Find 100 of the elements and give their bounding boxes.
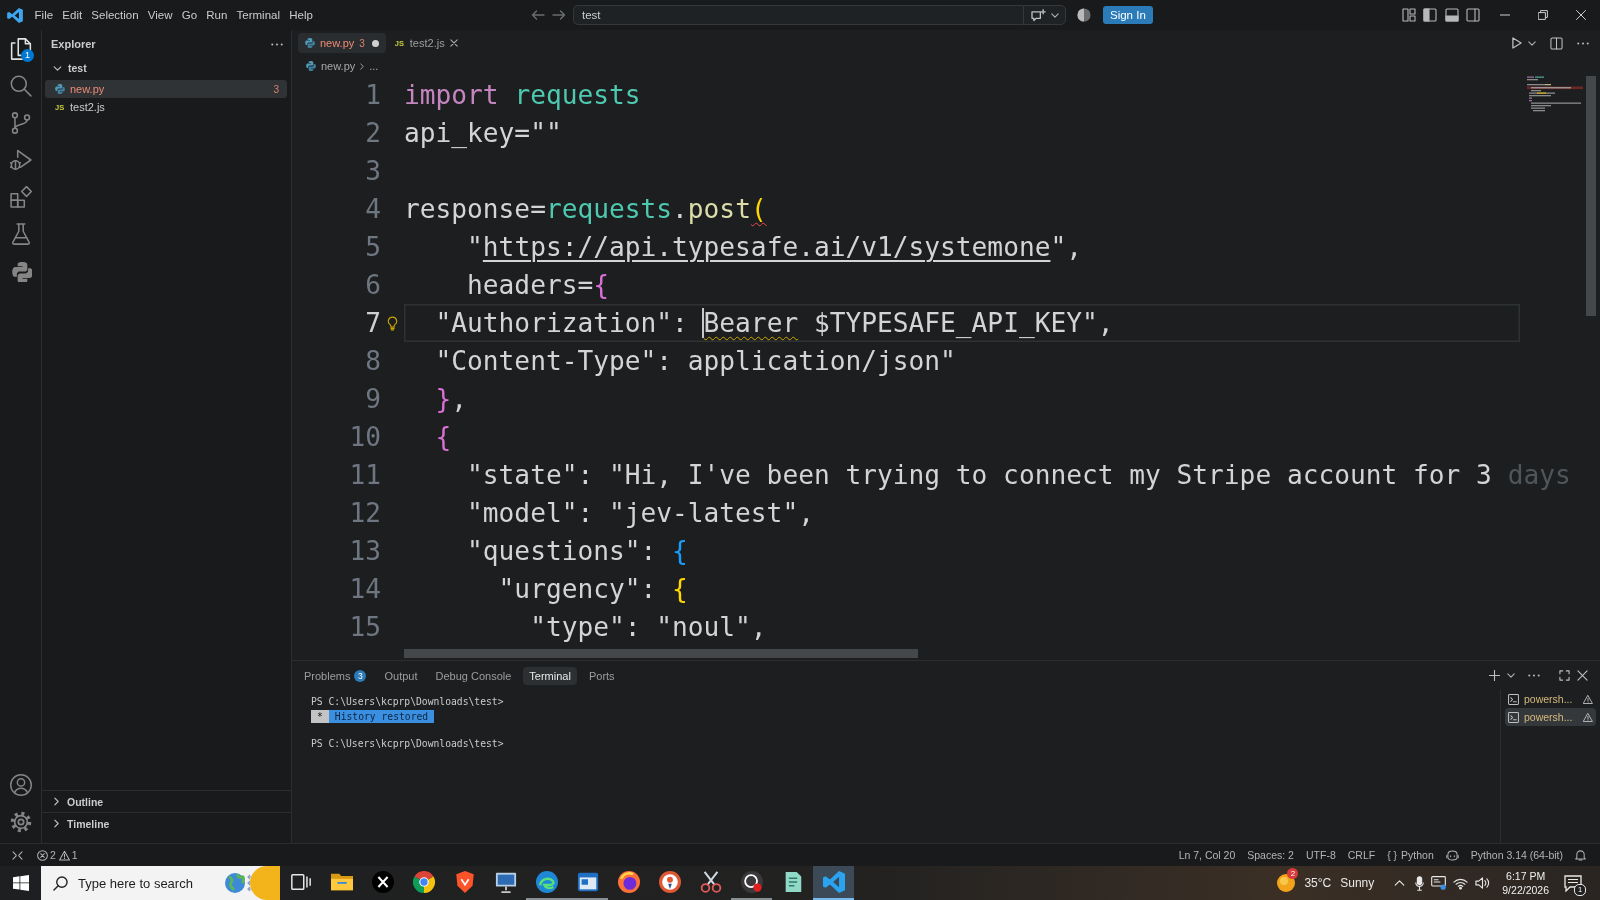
extensions-icon[interactable] — [9, 185, 32, 208]
back-arrow-icon[interactable] — [531, 10, 545, 20]
more-icon[interactable] — [1577, 41, 1589, 45]
breadcrumb-item[interactable]: ... — [369, 60, 379, 72]
cursor-position[interactable]: Ln 7, Col 20 — [1178, 849, 1236, 861]
branch-icon[interactable] — [9, 111, 32, 134]
sign-in-button[interactable]: Sign In — [1103, 6, 1153, 24]
chat-button[interactable] — [1023, 5, 1066, 25]
weather-temperature[interactable]: 35°C — [1304, 876, 1332, 890]
clock-date[interactable]: 9/22/2026 — [1502, 883, 1549, 897]
sun-icon[interactable] — [1277, 874, 1296, 892]
files-icon[interactable] — [9, 37, 32, 60]
menu-item[interactable]: View — [143, 7, 178, 23]
restore-icon[interactable] — [1538, 10, 1548, 20]
terminal-instance[interactable]: powersh... — [1505, 690, 1596, 708]
plus-icon[interactable] — [1489, 670, 1500, 681]
menu-item[interactable]: Run — [201, 7, 232, 23]
breadcrumb-item[interactable]: new.py — [306, 60, 356, 72]
tree-item[interactable]: new.py 3 — [45, 80, 287, 98]
line-ending-setting[interactable]: CRLF — [1347, 849, 1376, 861]
braces-icon[interactable]: { } — [1387, 849, 1398, 861]
notification-icon[interactable] — [1564, 874, 1582, 892]
clock-time[interactable]: 6:17 PM — [1506, 869, 1546, 883]
panel-tab[interactable]: Problems 3 — [298, 666, 373, 685]
folder-item[interactable]: test — [45, 58, 287, 78]
file-type-icon — [305, 38, 315, 48]
menu-item[interactable]: Help — [284, 7, 318, 23]
weather-condition[interactable]: Sunny — [1340, 876, 1375, 890]
flask-icon[interactable] — [9, 222, 32, 245]
more-icon[interactable] — [1528, 674, 1540, 677]
bot-face-icon[interactable] — [1445, 849, 1459, 861]
encoding-setting[interactable]: UTF-8 — [1305, 849, 1336, 861]
menu-item[interactable]: Selection — [86, 7, 144, 23]
menu-item[interactable]: Go — [177, 7, 202, 23]
line-number: 2 — [364, 117, 381, 150]
minimap-drawing[interactable] — [1527, 76, 1583, 112]
error-icon[interactable] — [37, 849, 48, 861]
chevron-up-icon[interactable] — [1394, 880, 1406, 886]
microphone-icon[interactable] — [1415, 875, 1425, 891]
panel-tab[interactable]: Output — [378, 666, 424, 685]
count-badge: 2 — [1287, 868, 1299, 879]
section-header[interactable]: Outline — [42, 790, 291, 812]
account-icon[interactable] — [9, 773, 32, 796]
line-number: 8 — [364, 345, 381, 378]
monitor-icon[interactable] — [1431, 876, 1447, 890]
code-line: api_key="" — [404, 117, 562, 150]
remote-icon[interactable] — [12, 850, 23, 860]
maximize-icon[interactable] — [1559, 670, 1570, 681]
forward-arrow-icon[interactable] — [552, 10, 566, 20]
chevron-down-icon[interactable] — [1528, 40, 1536, 46]
sidebar-title: Explorer — [51, 38, 96, 50]
panel-tab[interactable]: Terminal — [523, 666, 577, 685]
error-count[interactable]: 2 — [50, 849, 56, 861]
wifi-icon[interactable] — [1453, 876, 1469, 890]
close-icon[interactable] — [1577, 670, 1588, 681]
contrast-icon[interactable] — [1077, 8, 1091, 22]
more-icon[interactable] — [271, 42, 283, 46]
speaker-icon[interactable] — [1475, 876, 1491, 890]
code-line: "Authorization": Bearer $TYPESAFE_API_KEY", — [404, 304, 1520, 342]
problem-count: 3 — [359, 37, 365, 49]
run-icon[interactable] — [1512, 37, 1522, 49]
warning-count[interactable]: 1 — [71, 849, 78, 861]
chevron-down-icon[interactable] — [1507, 673, 1515, 678]
scrollbar-thumb[interactable] — [1586, 76, 1596, 316]
toggle-secondary-sidebar-icon[interactable] — [1466, 8, 1480, 22]
scrollbar-thumb[interactable] — [404, 649, 918, 658]
menu-item[interactable]: Edit — [57, 7, 87, 23]
warning-icon[interactable] — [58, 849, 70, 861]
language-mode[interactable]: Python — [1401, 849, 1434, 861]
split-editor-icon[interactable] — [1550, 36, 1563, 50]
terminal-instance[interactable]: powersh... — [1505, 708, 1596, 726]
menu-item[interactable]: Terminal — [231, 7, 285, 23]
toggle-panel-icon[interactable] — [1444, 8, 1459, 22]
four-panes-icon[interactable] — [12, 875, 29, 891]
ring-logo-icon — [740, 871, 763, 893]
lightbulb-icon[interactable] — [387, 315, 398, 331]
command-center-field[interactable]: test — [573, 5, 1023, 25]
close-icon[interactable] — [449, 39, 458, 47]
editor-tab[interactable]: new.py 3 — [298, 33, 386, 53]
line-number: 4 — [364, 193, 381, 226]
terminal-notice: History restored — [328, 709, 435, 723]
customize-layout-icon[interactable] — [1401, 8, 1416, 22]
unsaved-dot-icon[interactable] — [371, 39, 379, 47]
section-header[interactable]: Timeline — [42, 812, 291, 834]
panel-tab[interactable]: Ports — [582, 666, 621, 685]
line-number: 15 — [348, 611, 381, 644]
search-icon[interactable] — [9, 74, 32, 97]
snake-logo-icon[interactable] — [9, 259, 32, 282]
indentation-setting[interactable]: Spaces: 2 — [1247, 849, 1294, 861]
menu-item[interactable]: File — [30, 7, 58, 23]
taskbar-search-field[interactable]: Type here to search — [41, 866, 280, 900]
panel-tab[interactable]: Debug Console — [429, 666, 518, 685]
run-debug-icon[interactable] — [9, 148, 32, 171]
interpreter-selector[interactable]: Python 3.14 (64-bit) — [1470, 849, 1563, 861]
file-type-icon — [55, 84, 65, 94]
toggle-sidebar-icon[interactable] — [1423, 8, 1437, 22]
bell-icon[interactable] — [1575, 849, 1586, 861]
settings-icon[interactable] — [9, 810, 32, 833]
pin-circle-icon — [658, 871, 681, 893]
close-icon[interactable] — [1576, 10, 1586, 20]
